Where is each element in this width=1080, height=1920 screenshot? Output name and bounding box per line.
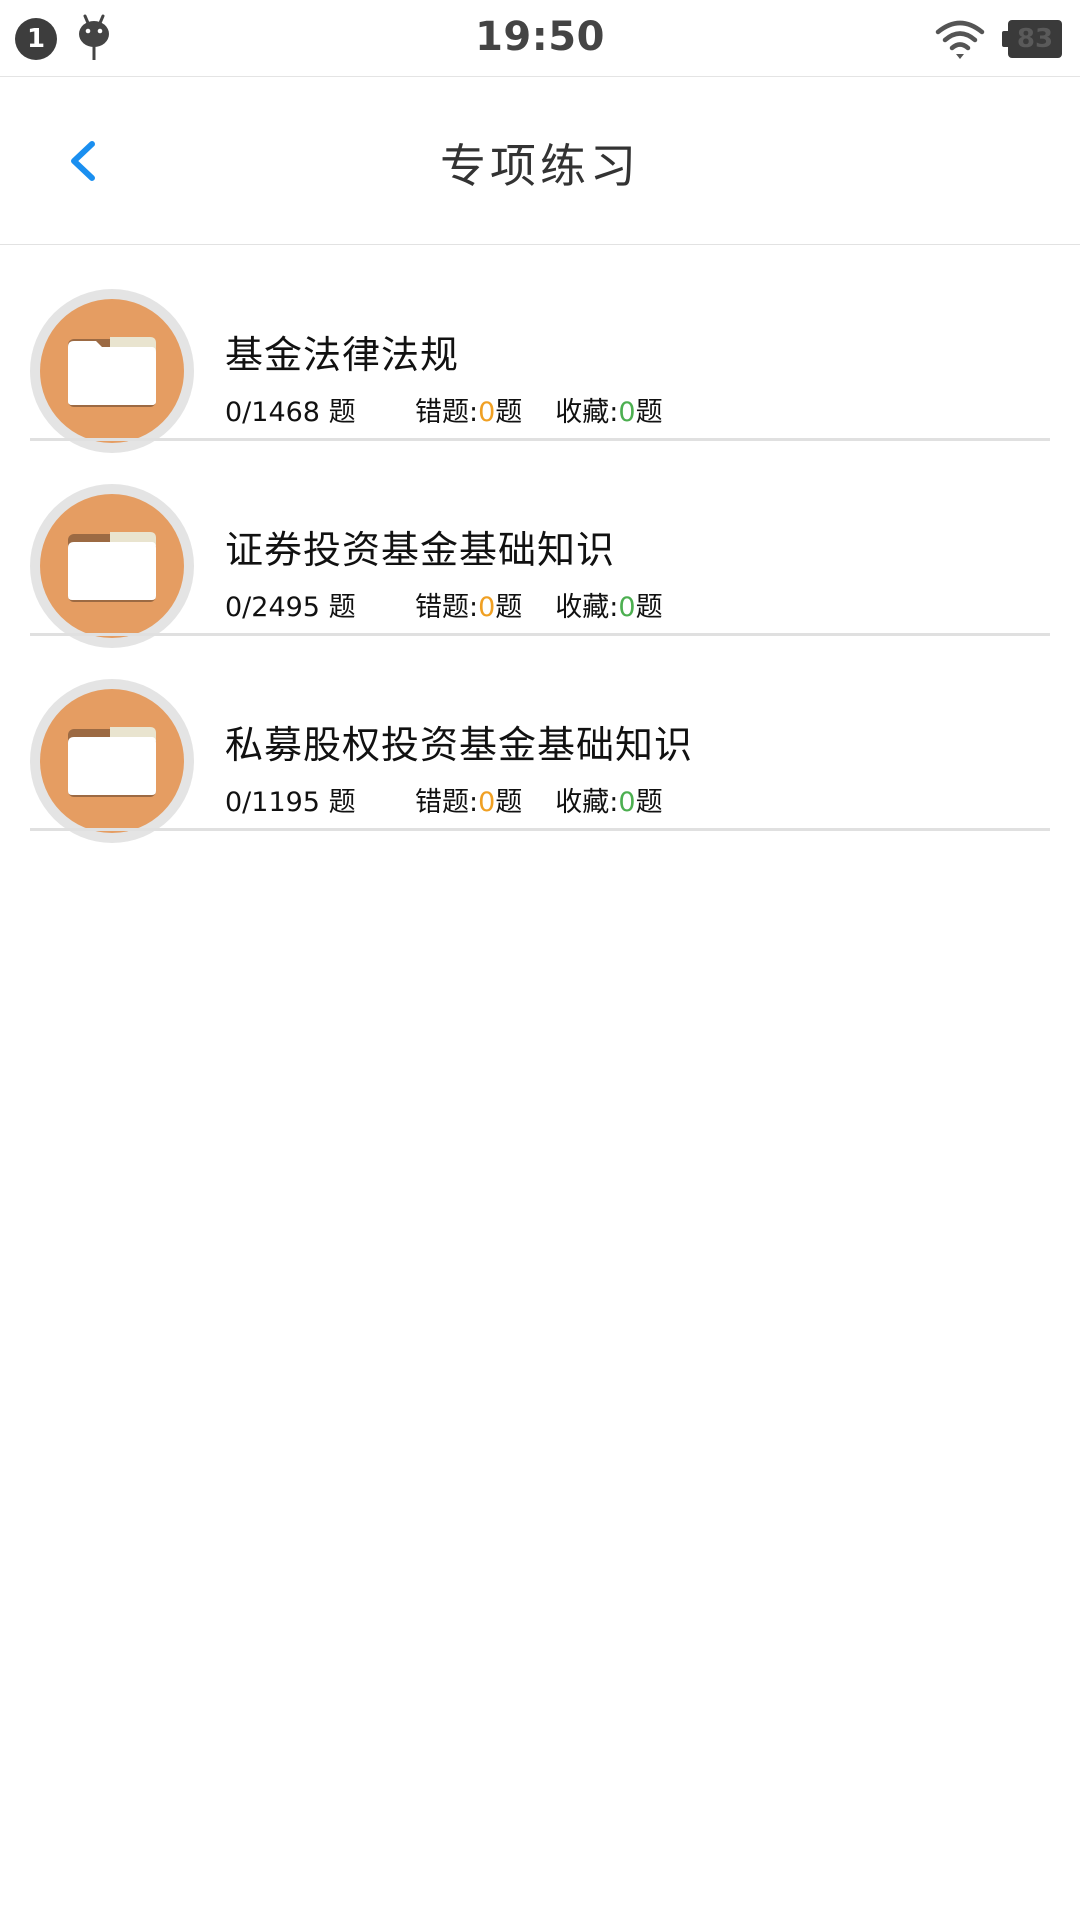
list-item[interactable]: 私募股权投资基金基础知识 0/1195 题错题:0题 收藏:0题 bbox=[0, 636, 1080, 843]
item-title: 基金法律法规 bbox=[225, 333, 460, 377]
fav-unit: 题 bbox=[635, 592, 663, 623]
wrong-label: 错题: bbox=[415, 787, 479, 818]
fav-unit: 题 bbox=[635, 787, 663, 818]
list-item[interactable]: 证券投资基金基础知识 0/2495 题错题:0题 收藏:0题 bbox=[0, 441, 1080, 648]
wifi-icon bbox=[935, 20, 985, 59]
fav-label: 收藏: bbox=[555, 397, 619, 428]
progress-count: 0/1468 题 bbox=[225, 397, 356, 428]
nav-bar: 专项练习 bbox=[0, 78, 1080, 245]
folder-avatar bbox=[30, 679, 194, 843]
wrong-unit: 题 bbox=[495, 592, 523, 623]
fav-count: 0 bbox=[618, 592, 636, 623]
folder-icon bbox=[68, 337, 156, 407]
item-meta: 0/2495 题错题:0题 收藏:0题 bbox=[225, 585, 663, 624]
folder-avatar bbox=[30, 289, 194, 453]
wrong-label: 错题: bbox=[415, 592, 479, 623]
list-item[interactable]: 基金法律法规 0/1468 题错题:0题 收藏:0题 bbox=[0, 246, 1080, 453]
item-meta: 0/1468 题错题:0题 收藏:0题 bbox=[225, 390, 663, 429]
wrong-label: 错题: bbox=[415, 397, 479, 428]
divider bbox=[30, 828, 1050, 831]
practice-list: 基金法律法规 0/1468 题错题:0题 收藏:0题 证券投资基金基础知识 0/2… bbox=[0, 246, 1080, 843]
fav-unit: 题 bbox=[635, 397, 663, 428]
wrong-count: 0 bbox=[478, 787, 496, 818]
battery-level: 83 bbox=[1008, 20, 1062, 58]
wrong-count: 0 bbox=[478, 397, 496, 428]
status-bar: 1 19:50 83 bbox=[0, 0, 1080, 77]
fav-label: 收藏: bbox=[555, 787, 619, 818]
fav-label: 收藏: bbox=[555, 592, 619, 623]
status-time: 19:50 bbox=[475, 14, 605, 60]
fav-count: 0 bbox=[618, 397, 636, 428]
item-meta: 0/1195 题错题:0题 收藏:0题 bbox=[225, 780, 663, 819]
battery-icon: 83 bbox=[1002, 20, 1062, 58]
progress-count: 0/1195 题 bbox=[225, 787, 356, 818]
progress-count: 0/2495 题 bbox=[225, 592, 356, 623]
wrong-count: 0 bbox=[478, 592, 496, 623]
wrong-unit: 题 bbox=[495, 787, 523, 818]
page-title: 专项练习 bbox=[440, 139, 640, 193]
folder-avatar bbox=[30, 484, 194, 648]
folder-icon bbox=[68, 532, 156, 602]
item-title: 私募股权投资基金基础知识 bbox=[225, 723, 694, 767]
fav-count: 0 bbox=[618, 787, 636, 818]
item-title: 证券投资基金基础知识 bbox=[225, 528, 616, 572]
wrong-unit: 题 bbox=[495, 397, 523, 428]
folder-icon bbox=[68, 727, 156, 797]
